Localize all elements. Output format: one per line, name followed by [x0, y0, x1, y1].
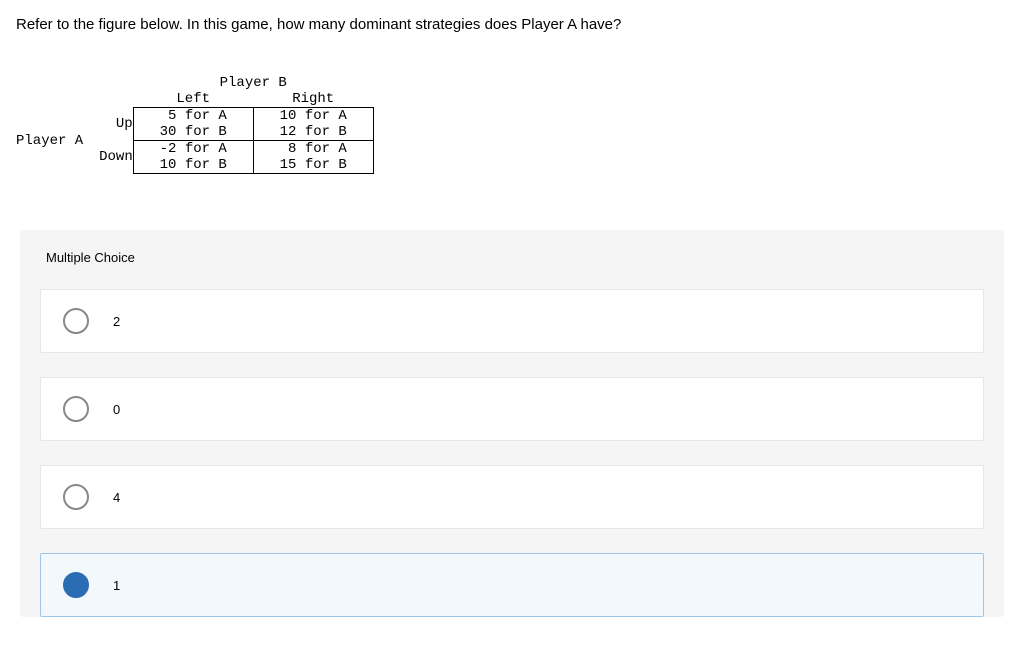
mc-title: Multiple Choice — [46, 250, 984, 265]
row-label-up: Up — [83, 108, 133, 141]
option-label: 0 — [113, 402, 120, 417]
radio-icon — [63, 308, 89, 334]
multiple-choice-panel: Multiple Choice 2 0 4 1 — [20, 230, 1004, 617]
option-label: 1 — [113, 578, 120, 593]
option-0[interactable]: 2 — [40, 289, 984, 353]
option-2[interactable]: 4 — [40, 465, 984, 529]
cell-down-left-a: -2 for A — [133, 141, 253, 158]
question-text: Refer to the figure below. In this game,… — [16, 16, 1008, 33]
radio-icon — [63, 484, 89, 510]
cell-up-right-a: 10 for A — [253, 108, 373, 125]
col-header-left: Left — [133, 91, 253, 108]
cell-down-right-b: 15 for B — [253, 157, 373, 174]
cell-down-right-a: 8 for A — [253, 141, 373, 158]
player-b-label: Player B — [133, 75, 373, 91]
col-header-right: Right — [253, 91, 373, 108]
cell-down-left-b: 10 for B — [133, 157, 253, 174]
row-label-down: Down — [83, 141, 133, 174]
option-1[interactable]: 0 — [40, 377, 984, 441]
cell-up-left-a: 5 for A — [133, 108, 253, 125]
payoff-matrix: Player B Left Right Up 5 for A 10 for A … — [16, 59, 1008, 190]
radio-icon — [63, 396, 89, 422]
option-label: 4 — [113, 490, 120, 505]
option-3[interactable]: 1 — [40, 553, 984, 617]
player-a-label: Player A — [16, 124, 83, 157]
option-label: 2 — [113, 314, 120, 329]
cell-up-left-b: 30 for B — [133, 124, 253, 141]
cell-up-right-b: 12 for B — [253, 124, 373, 141]
radio-icon — [63, 572, 89, 598]
